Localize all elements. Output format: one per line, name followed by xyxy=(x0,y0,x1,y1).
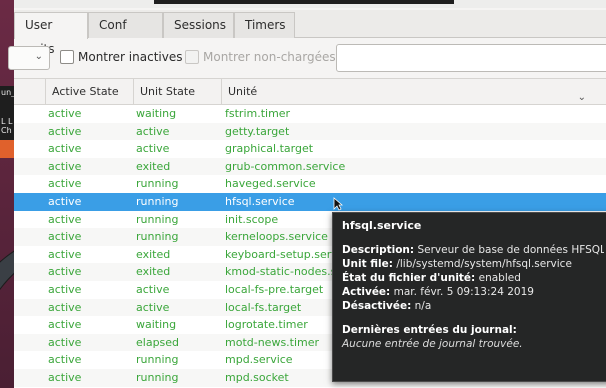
tab-bar: User units Conf Sessions Timers xyxy=(14,10,606,56)
cell-unit-state: active xyxy=(136,142,170,156)
fragment-text: un_e xyxy=(1,88,14,97)
systemd-manager-window: User units Conf Sessions Timers ⌄ Montre… xyxy=(8,0,606,388)
cell-unit-name: getty.target xyxy=(225,124,290,138)
cell-active-state: active xyxy=(48,107,82,120)
cell-unit-state: active xyxy=(136,300,170,314)
cell-active-state: active xyxy=(48,300,82,314)
cell-active-state: active xyxy=(48,212,82,226)
cell-unit-state: running xyxy=(136,194,179,208)
tooltip-unit-file: Unit file: /lib/systemd/system/hfsql.ser… xyxy=(342,258,572,270)
cell-unit-state: active xyxy=(136,282,170,296)
cell-active-state: active xyxy=(48,194,82,208)
cell-unit-state: waiting xyxy=(136,318,177,332)
column-header-unit-label: Unité xyxy=(228,85,258,98)
table-row[interactable]: active exited grub-common.service xyxy=(14,157,606,176)
unit-tooltip: hfsql.service Description: Serveur de ba… xyxy=(332,212,606,382)
table-row[interactable]: active running hfsql.service xyxy=(14,192,606,211)
tooltip-title: hfsql.service xyxy=(342,219,422,232)
search-input[interactable] xyxy=(336,44,606,72)
tooltip-deactivated: Désactivée: n/a xyxy=(342,300,432,312)
show-unloaded-checkbox[interactable] xyxy=(185,50,199,64)
cell-active-state: active xyxy=(48,335,82,349)
table-header: Active State Unit State Unité ⌄ xyxy=(14,79,606,105)
cell-active-state: active xyxy=(48,370,82,384)
cell-active-state: active xyxy=(48,230,82,244)
cell-unit-state: exited xyxy=(136,159,171,173)
table-row[interactable]: active running haveged.service xyxy=(14,175,606,193)
tab-timers[interactable]: Timers xyxy=(234,12,295,38)
tab-sessions[interactable]: Sessions xyxy=(163,12,234,38)
tooltip-activated: Activée: mar. févr. 5 09:13:24 2019 xyxy=(342,286,534,298)
cell-active-state: active xyxy=(48,177,82,191)
column-header-active-state[interactable]: Active State xyxy=(46,79,134,105)
cell-unit-state: active xyxy=(136,124,170,138)
cell-unit-name: fstrim.timer xyxy=(225,107,291,120)
show-inactive-checkbox[interactable] xyxy=(60,50,74,64)
cell-unit-state: running xyxy=(136,230,179,244)
table-row[interactable]: active waiting fstrim.timer xyxy=(14,105,606,123)
cell-unit-state: running xyxy=(136,353,179,367)
mouse-cursor-icon xyxy=(333,197,343,211)
cell-unit-state: exited xyxy=(136,265,171,279)
chevron-down-icon: ⌄ xyxy=(34,51,43,62)
show-unloaded-label: Montrer non-chargées xyxy=(203,50,336,64)
cell-unit-state: running xyxy=(136,212,179,226)
cell-unit-state: waiting xyxy=(136,107,177,120)
tooltip-file-state: État du fichier d'unité: enabled xyxy=(342,272,521,284)
cell-unit-state: exited xyxy=(136,247,171,261)
table-row[interactable]: active active getty.target xyxy=(14,122,606,141)
cell-unit-state: running xyxy=(136,177,179,191)
table-row[interactable]: active active graphical.target xyxy=(14,140,606,158)
tooltip-description: Description: Serveur de base de données … xyxy=(342,244,604,256)
title-strip xyxy=(14,0,606,8)
cell-active-state: active xyxy=(48,318,82,332)
fragment-text: L L xyxy=(1,117,13,126)
cell-active-state: active xyxy=(48,159,82,173)
cell-active-state: active xyxy=(48,124,82,138)
background-orange-bar xyxy=(0,140,14,158)
tooltip-journal-title: Dernières entrées du journal: xyxy=(342,324,517,336)
tooltip-journal-empty: Aucune entrée de journal trouvée. xyxy=(342,338,523,350)
cell-active-state: active xyxy=(48,142,82,156)
cell-unit-state: running xyxy=(136,370,179,384)
column-header-unit-state[interactable]: Unit State xyxy=(134,79,222,105)
cell-unit-name: grub-common.service xyxy=(225,159,346,173)
column-header-unit[interactable]: Unité ⌄ xyxy=(222,79,606,105)
show-inactive-label: Montrer inactives xyxy=(78,50,183,64)
cell-active-state: active xyxy=(48,247,82,261)
tab-user-units[interactable]: User units xyxy=(14,12,88,56)
cell-active-state: active xyxy=(48,353,82,367)
cell-active-state: active xyxy=(48,282,82,296)
cell-unit-name: hfsql.service xyxy=(225,194,295,208)
fragment-text: Ch xyxy=(1,126,12,135)
cell-unit-name: haveged.service xyxy=(225,177,316,191)
toolbar: ⌄ Montrer inactives Montrer non-chargées xyxy=(8,40,606,76)
unit-type-dropdown[interactable]: ⌄ xyxy=(8,46,50,70)
cell-unit-state: elapsed xyxy=(136,335,180,349)
cell-active-state: active xyxy=(48,265,82,279)
column-header-spacer xyxy=(14,79,46,105)
tab-conf[interactable]: Conf xyxy=(88,12,163,38)
cell-unit-name: graphical.target xyxy=(225,142,314,156)
